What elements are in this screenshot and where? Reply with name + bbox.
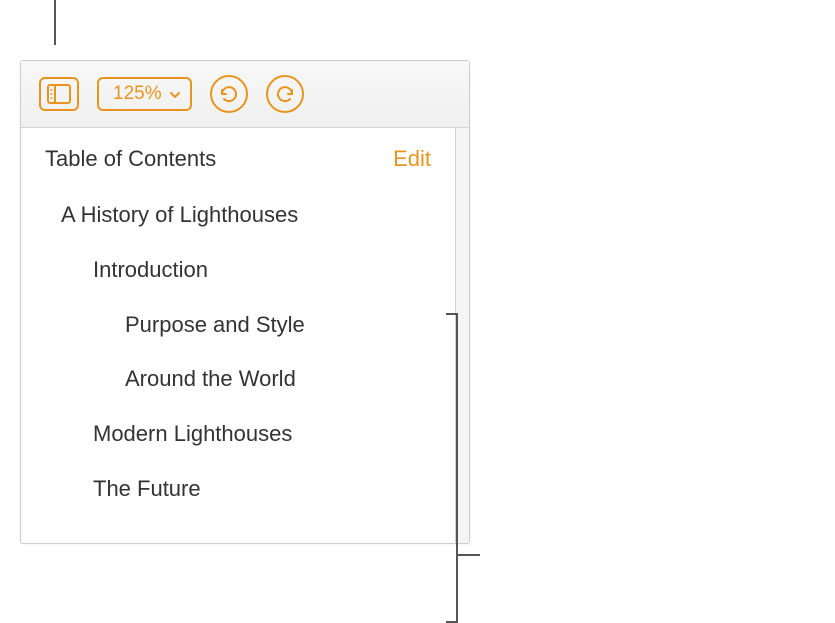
chevron-down-icon xyxy=(170,87,180,101)
toolbar: 125% xyxy=(21,61,469,128)
zoom-value: 125% xyxy=(113,83,162,105)
toc-list: A History of Lighthouses Introduction Pu… xyxy=(21,188,455,517)
redo-icon xyxy=(274,83,296,105)
callout-line xyxy=(54,0,56,45)
redo-button[interactable] xyxy=(266,75,304,113)
toc-item[interactable]: Modern Lighthouses xyxy=(21,407,455,462)
callout-line xyxy=(458,554,480,556)
zoom-dropdown[interactable]: 125% xyxy=(97,77,192,111)
toc-sidebar: Table of Contents Edit A History of Ligh… xyxy=(21,128,455,543)
edit-button[interactable]: Edit xyxy=(393,146,431,172)
toc-item[interactable]: A History of Lighthouses xyxy=(21,188,455,243)
app-window: 125% Table of Contents Edit xyxy=(20,60,470,544)
view-options-button[interactable] xyxy=(39,77,79,111)
sidebar-icon xyxy=(47,84,71,104)
toc-item[interactable]: Introduction xyxy=(21,243,455,298)
toc-item[interactable]: Purpose and Style xyxy=(21,298,455,353)
content-area: Table of Contents Edit A History of Ligh… xyxy=(21,128,469,543)
toc-header: Table of Contents Edit xyxy=(21,146,455,188)
toc-title: Table of Contents xyxy=(45,146,216,172)
toc-item[interactable]: Around the World xyxy=(21,352,455,407)
callout-bracket xyxy=(446,313,458,623)
undo-icon xyxy=(218,83,240,105)
toc-item[interactable]: The Future xyxy=(21,462,455,517)
undo-button[interactable] xyxy=(210,75,248,113)
